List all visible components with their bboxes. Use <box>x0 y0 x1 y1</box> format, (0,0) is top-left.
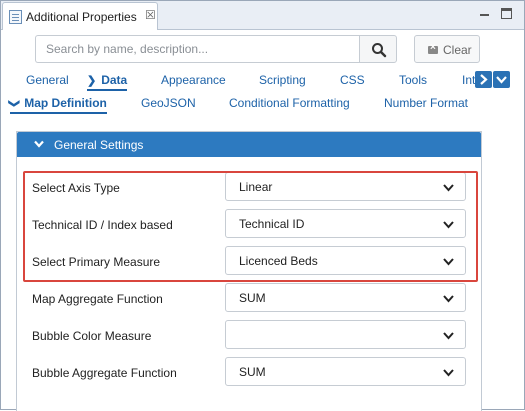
tab-css[interactable]: CSS <box>340 73 365 87</box>
tab-additional-properties[interactable]: Additional Properties ☒ <box>2 2 158 30</box>
axis-type-select[interactable]: Linear <box>225 172 466 201</box>
tab-geojson[interactable]: GeoJSON <box>141 96 196 110</box>
select-value: SUM <box>239 365 266 379</box>
field-label-technical-id: Technical ID / Index based <box>32 218 173 232</box>
bubble-aggregate-select[interactable]: SUM <box>225 357 466 386</box>
select-value: SUM <box>239 291 266 305</box>
field-label-bubble-color: Bubble Color Measure <box>32 329 152 343</box>
field-label-axis-type: Select Axis Type <box>32 181 120 195</box>
tab-appearance[interactable]: Appearance <box>161 73 226 87</box>
tab-title: Additional Properties <box>26 10 137 24</box>
tab-tools[interactable]: Tools <box>399 73 427 87</box>
chevron-down-icon: ❯ <box>87 75 97 87</box>
clear-icon <box>428 42 438 54</box>
primary-measure-select[interactable]: Licenced Beds <box>225 246 466 275</box>
bubble-color-select[interactable] <box>225 320 466 349</box>
chevron-down-icon <box>443 295 454 303</box>
tab-scripting[interactable]: Scripting <box>259 73 306 87</box>
chevron-right-icon <box>480 74 488 85</box>
tab-data-label: Data <box>101 73 128 87</box>
select-value: Linear <box>239 180 273 194</box>
field-label-primary-measure: Select Primary Measure <box>32 255 161 269</box>
select-value: Licenced Beds <box>239 254 318 268</box>
clear-button[interactable]: Clear <box>414 35 480 63</box>
clear-button-label: Clear <box>443 43 472 57</box>
field-label-bubble-aggregate: Bubble Aggregate Function <box>32 366 177 380</box>
properties-window: Additional Properties ☒ Clear General ❯ D… <box>0 0 525 411</box>
field-label-map-aggregate: Map Aggregate Function <box>32 292 163 306</box>
primary-tab-bar: General ❯ Data Appearance Scripting CSS T… <box>1 71 524 91</box>
chevron-down-icon <box>496 76 507 84</box>
tab-int[interactable]: Int <box>462 73 475 87</box>
tab-map-definition-label: Map Definition <box>24 96 107 110</box>
map-aggregate-select[interactable]: SUM <box>225 283 466 312</box>
minimize-button[interactable] <box>479 6 491 18</box>
search-icon <box>372 43 387 58</box>
secondary-tab-bar: ❯ Map Definition GeoJSON Conditional Form… <box>1 94 524 114</box>
search-button[interactable] <box>359 35 397 63</box>
chevron-down-icon <box>443 332 454 340</box>
panel-title: General Settings <box>54 138 144 152</box>
title-bar: Additional Properties ☒ <box>1 1 524 30</box>
chevron-down-icon <box>443 221 454 229</box>
search-input[interactable] <box>35 35 359 63</box>
technical-id-select[interactable]: Technical ID <box>225 209 466 238</box>
chevron-down-icon <box>443 258 454 266</box>
tab-general[interactable]: General <box>26 73 69 87</box>
chevron-down-icon <box>443 369 454 377</box>
close-icon[interactable]: ☒ <box>145 8 156 22</box>
tab-map-definition[interactable]: ❯ Map Definition <box>8 96 107 114</box>
maximize-button[interactable] <box>501 8 512 19</box>
tab-data[interactable]: ❯ Data <box>87 73 128 91</box>
chevron-down-icon <box>34 140 44 148</box>
chevron-down-icon: ❯ <box>8 98 21 109</box>
scroll-tabs-right-button[interactable] <box>475 71 492 88</box>
properties-icon <box>9 10 22 24</box>
tabs-menu-button[interactable] <box>493 71 510 88</box>
chevron-down-icon <box>443 184 454 192</box>
panel-header[interactable]: General Settings <box>17 132 481 157</box>
tab-conditional-formatting[interactable]: Conditional Formatting <box>229 96 350 110</box>
tab-number-format[interactable]: Number Format <box>384 96 468 110</box>
select-value: Technical ID <box>239 217 305 231</box>
